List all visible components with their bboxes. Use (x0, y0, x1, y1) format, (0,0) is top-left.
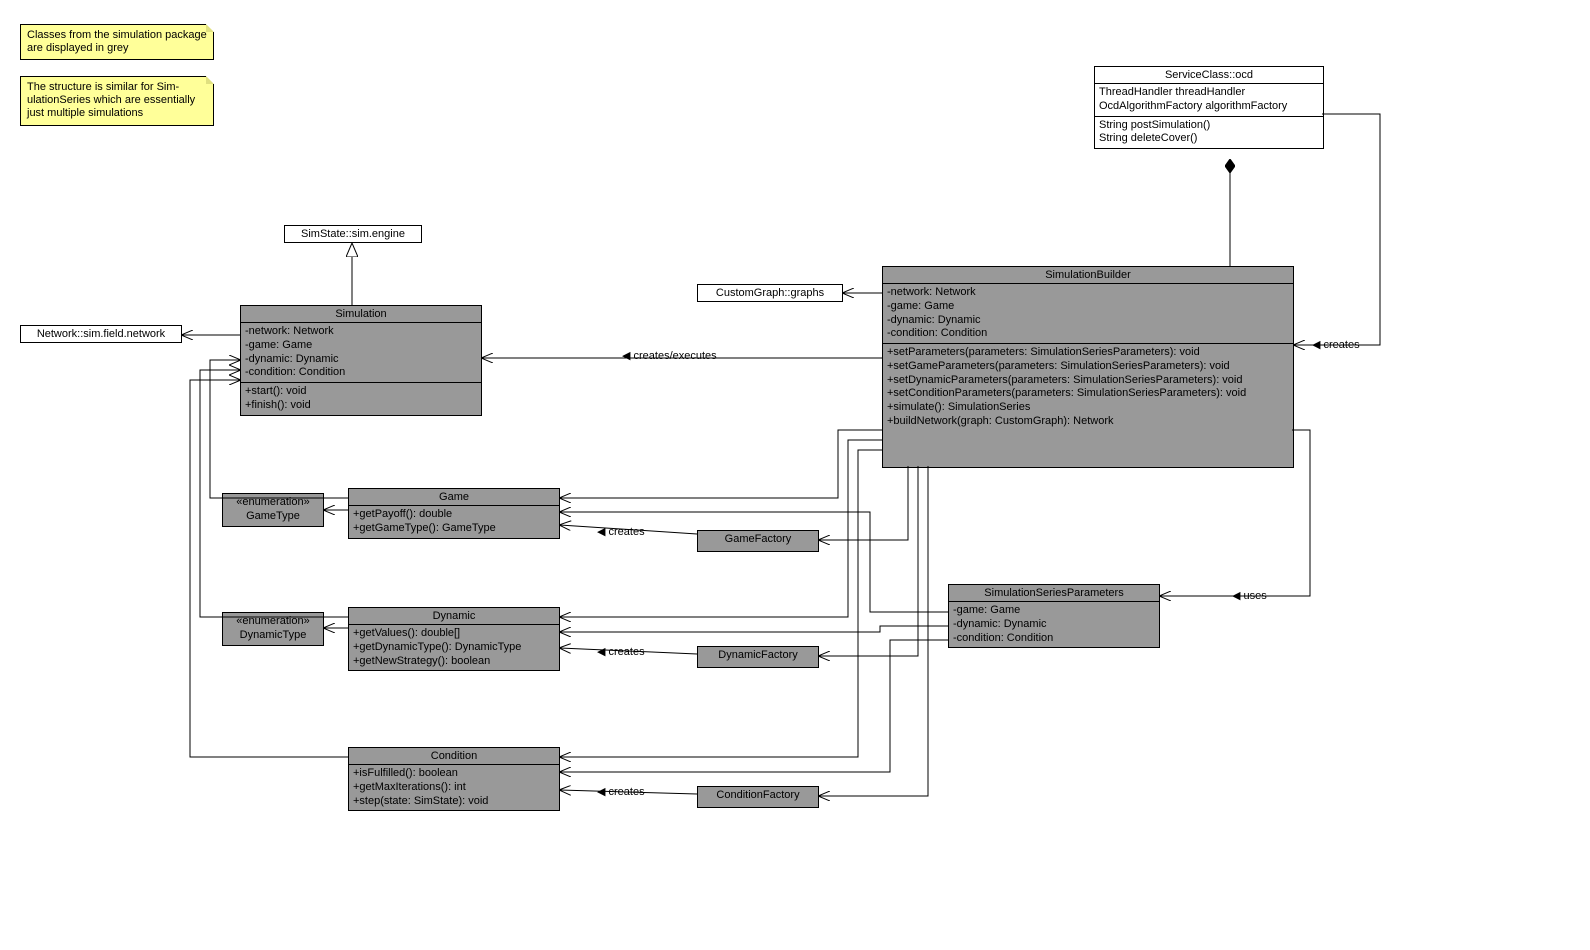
class-title: Simulation (241, 306, 481, 323)
op: +simulate(): SimulationSeries (887, 401, 1289, 415)
attr: -game: Game (245, 339, 477, 353)
class-title: SimulationBuilder (883, 267, 1293, 284)
label-creates-builder: ◀ creates (1310, 338, 1362, 351)
class-dynamictype: «enumeration» DynamicType (222, 612, 324, 646)
attr: -network: Network (887, 286, 1289, 300)
label-creates-executes: ◀ creates/executes (620, 349, 719, 362)
label-creates-condition: ◀ creates (595, 785, 647, 798)
class-title: DynamicFactory (698, 647, 818, 663)
attr: OcdAlgorithmFactory algorithmFactory (1099, 100, 1319, 114)
label-creates-dynamic: ◀ creates (595, 645, 647, 658)
attr: -game: Game (887, 300, 1289, 314)
op: +getNewStrategy(): boolean (353, 655, 555, 669)
class-title: SimState::sim.engine (285, 226, 421, 242)
class-game: Game +getPayoff(): double +getGameType()… (348, 488, 560, 539)
class-title: DynamicType (227, 629, 319, 643)
attr: ThreadHandler threadHandler (1099, 86, 1319, 100)
class-title: GameFactory (698, 531, 818, 547)
class-title: Dynamic (349, 608, 559, 625)
stereotype: «enumeration» (227, 496, 319, 510)
class-title: Game (349, 489, 559, 506)
class-simulationbuilder: SimulationBuilder -network: Network -gam… (882, 266, 1294, 468)
op: +setParameters(parameters: SimulationSer… (887, 346, 1289, 360)
op: +step(state: SimState): void (353, 795, 555, 809)
op: String postSimulation() (1099, 119, 1319, 133)
op: +getGameType(): GameType (353, 522, 555, 536)
class-title: CustomGraph::graphs (698, 285, 842, 301)
attr: -dynamic: Dynamic (953, 618, 1155, 632)
class-network-ext: Network::sim.field.network (20, 325, 182, 343)
class-title: Condition (349, 748, 559, 765)
attr: -condition: Condition (887, 327, 1289, 341)
note-simulation-series: The structure is similar for Sim-ulation… (20, 76, 214, 126)
class-title: ConditionFactory (698, 787, 818, 803)
class-gamefactory: GameFactory (697, 530, 819, 552)
class-title: SimulationSeriesParameters (949, 585, 1159, 602)
attr: -game: Game (953, 604, 1155, 618)
attr: -dynamic: Dynamic (887, 314, 1289, 328)
op: +buildNetwork(graph: CustomGraph): Netwo… (887, 415, 1289, 429)
class-dynamic: Dynamic +getValues(): double[] +getDynam… (348, 607, 560, 671)
class-ssp: SimulationSeriesParameters -game: Game -… (948, 584, 1160, 648)
op: +isFulfilled(): boolean (353, 767, 555, 781)
op: +getDynamicType(): DynamicType (353, 641, 555, 655)
label-uses: ◀ uses (1230, 589, 1269, 602)
class-dynamicfactory: DynamicFactory (697, 646, 819, 668)
class-gametype: «enumeration» GameType (222, 493, 324, 527)
class-title: Network::sim.field.network (21, 326, 181, 342)
op: +getPayoff(): double (353, 508, 555, 522)
stereotype: «enumeration» (227, 615, 319, 629)
op: +finish(): void (245, 399, 477, 413)
class-serviceclass: ServiceClass::ocd ThreadHandler threadHa… (1094, 66, 1324, 149)
label-creates-game: ◀ creates (595, 525, 647, 538)
op: +setDynamicParameters(parameters: Simula… (887, 374, 1289, 388)
op: +start(): void (245, 385, 477, 399)
op: String deleteCover() (1099, 132, 1319, 146)
op: +setGameParameters(parameters: Simulatio… (887, 360, 1289, 374)
attr: -condition: Condition (245, 366, 477, 380)
attr: -network: Network (245, 325, 477, 339)
class-simstate: SimState::sim.engine (284, 225, 422, 243)
op: +getValues(): double[] (353, 627, 555, 641)
class-customgraph: CustomGraph::graphs (697, 284, 843, 302)
attr: -condition: Condition (953, 632, 1155, 646)
class-simulation: Simulation -network: Network -game: Game… (240, 305, 482, 416)
op: +setConditionParameters(parameters: Simu… (887, 387, 1289, 401)
note-package-grey: Classes from the simulation package are … (20, 24, 214, 60)
class-title: ServiceClass::ocd (1095, 67, 1323, 84)
op: +getMaxIterations(): int (353, 781, 555, 795)
class-condition: Condition +isFulfilled(): boolean +getMa… (348, 747, 560, 811)
class-conditionfactory: ConditionFactory (697, 786, 819, 808)
class-title: GameType (227, 510, 319, 524)
attr: -dynamic: Dynamic (245, 353, 477, 367)
